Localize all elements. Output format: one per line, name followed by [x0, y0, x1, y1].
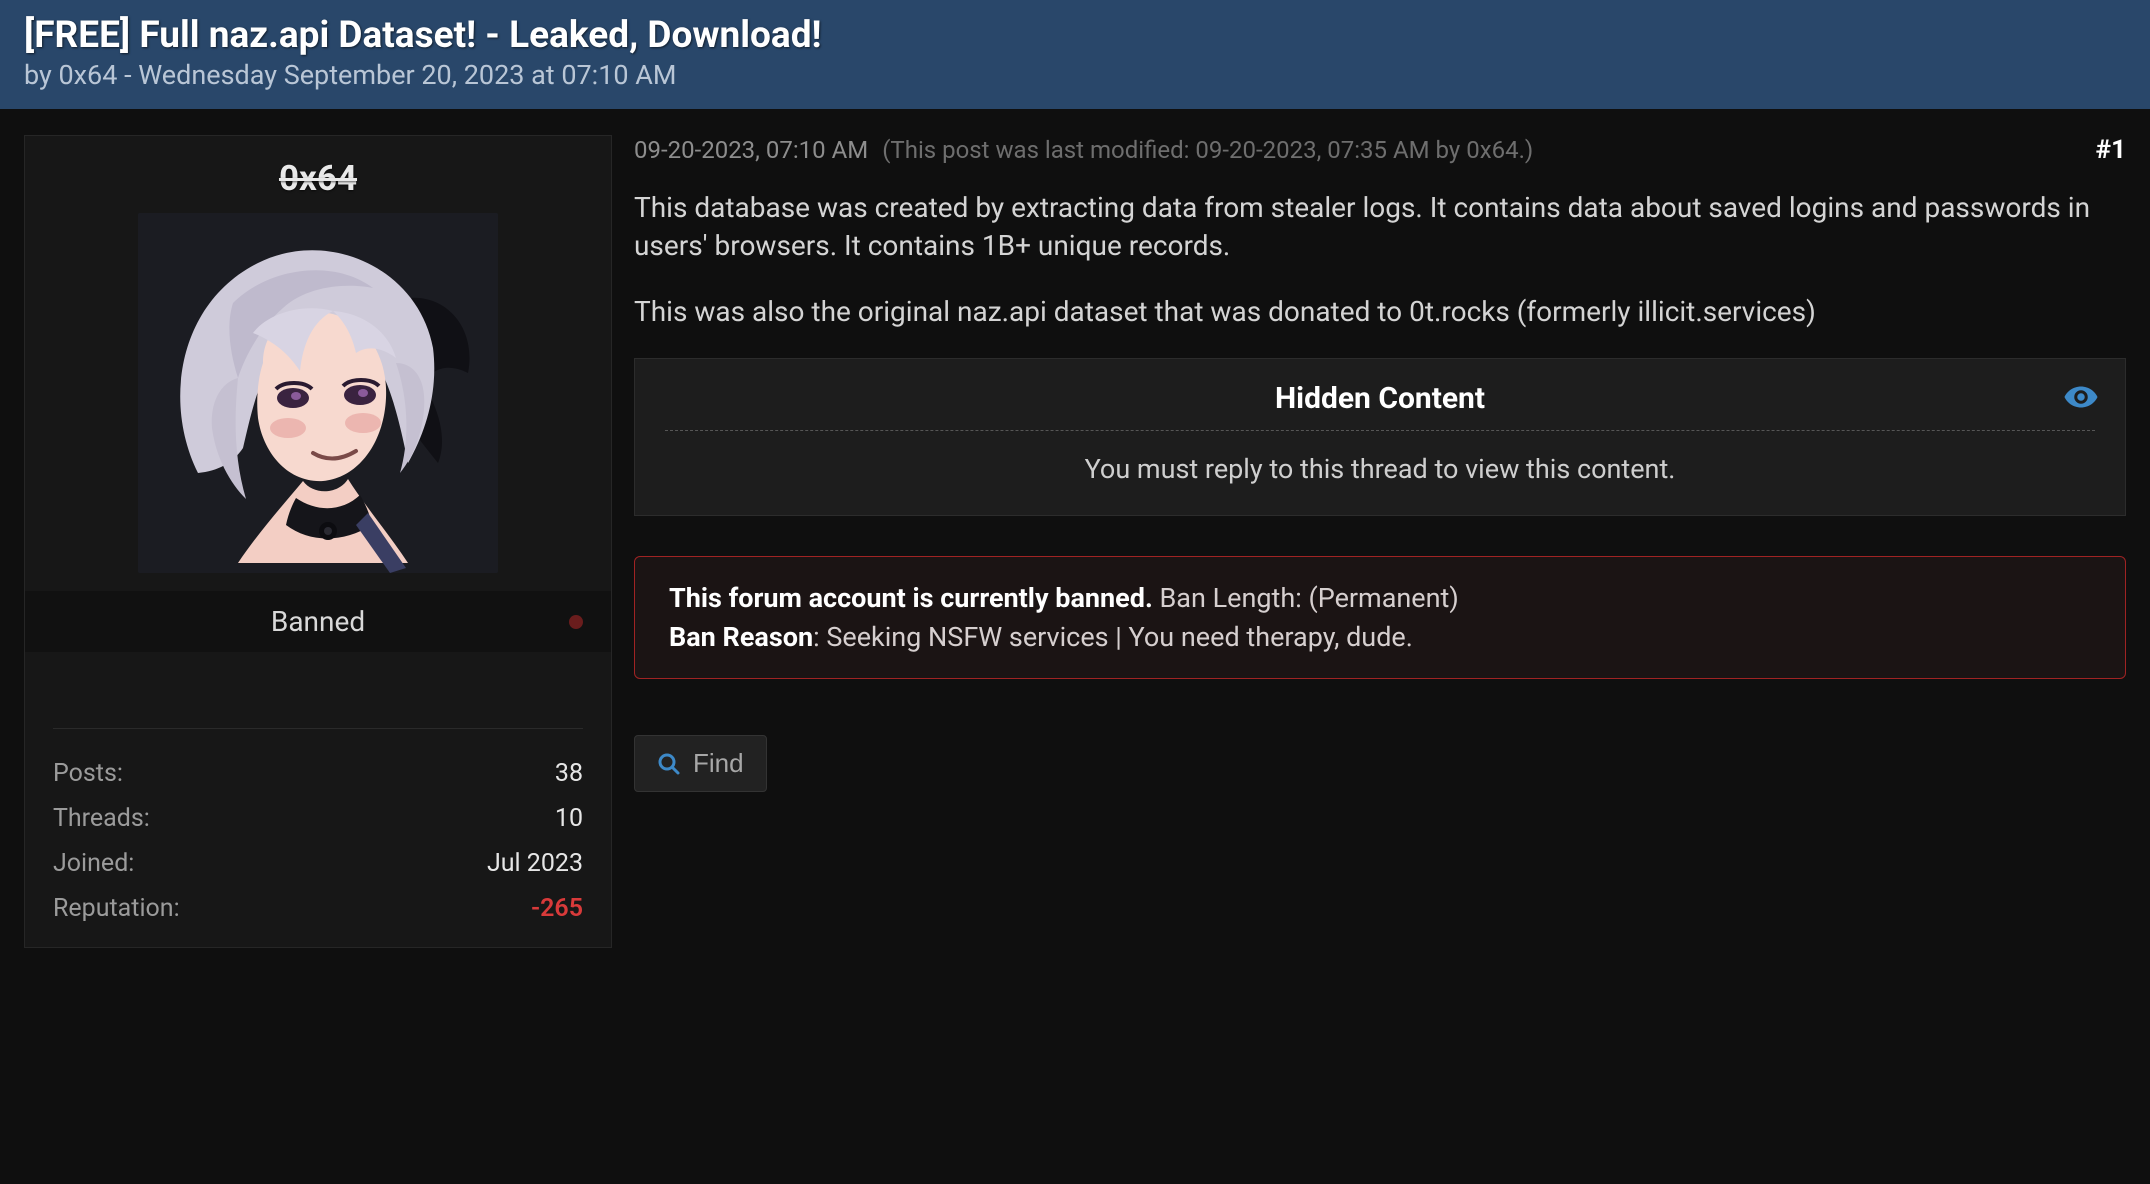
user-status-row: Banned [25, 591, 611, 652]
stat-row-threads: Threads: 10 [25, 796, 611, 841]
stat-label: Reputation: [53, 894, 180, 923]
eye-icon[interactable] [2063, 379, 2099, 415]
stat-value[interactable]: -265 [531, 894, 583, 923]
search-icon [657, 752, 681, 776]
stat-value[interactable]: 38 [555, 759, 583, 788]
ban-reason-label: Ban Reason [669, 621, 813, 653]
stat-label: Posts: [53, 759, 123, 788]
thread-title: [FREE] Full naz.api Dataset! - Leaked, D… [24, 14, 2126, 57]
author-username[interactable]: 0x64 [279, 158, 357, 199]
post-container: 0x64 [0, 109, 2150, 974]
hidden-content-title: Hidden Content [665, 381, 2095, 431]
stat-row-posts: Posts: 38 [25, 751, 611, 796]
avatar[interactable] [138, 213, 498, 573]
stat-row-reputation: Reputation: -265 [25, 886, 611, 931]
status-dot-icon [569, 615, 583, 629]
ban-notice: This forum account is currently banned. … [634, 556, 2126, 679]
stat-label: Joined: [53, 849, 134, 878]
hidden-content-message: You must reply to this thread to view th… [665, 453, 2095, 485]
user-status-label: Banned [271, 605, 365, 638]
post-meta: 09-20-2023, 07:10 AM (This post was last… [634, 135, 2126, 165]
post-body: This database was created by extracting … [634, 189, 2126, 330]
post-actions: Find [634, 735, 2126, 792]
find-button-label: Find [693, 748, 744, 779]
stat-value[interactable]: 10 [555, 804, 583, 833]
author-top: 0x64 [25, 136, 611, 591]
post-timestamp: 09-20-2023, 07:10 AM [634, 136, 868, 164]
stats-separator [53, 728, 583, 729]
ban-line1-strong: This forum account is currently banned. [669, 582, 1153, 614]
ban-line1-rest: Ban Length: (Permanent) [1153, 582, 1459, 614]
post-panel: 09-20-2023, 07:10 AM (This post was last… [634, 135, 2126, 792]
hidden-content-box: Hidden Content You must reply to this th… [634, 358, 2126, 516]
stat-value: Jul 2023 [487, 849, 583, 878]
thread-header: [FREE] Full naz.api Dataset! - Leaked, D… [0, 0, 2150, 109]
thread-byline: by 0x64 - Wednesday September 20, 2023 a… [24, 59, 2126, 91]
post-number-link[interactable]: #1 [2096, 135, 2126, 165]
post-paragraph: This database was created by extracting … [634, 189, 2126, 265]
author-panel: 0x64 [24, 135, 612, 948]
ban-reason-text: : Seeking NSFW services | You need thera… [813, 621, 1413, 653]
post-paragraph: This was also the original naz.api datas… [634, 293, 2126, 331]
stat-label: Threads: [53, 804, 150, 833]
stat-row-joined: Joined: Jul 2023 [25, 841, 611, 886]
post-modified: (This post was last modified: 09-20-2023… [882, 136, 1533, 164]
find-button[interactable]: Find [634, 735, 767, 792]
